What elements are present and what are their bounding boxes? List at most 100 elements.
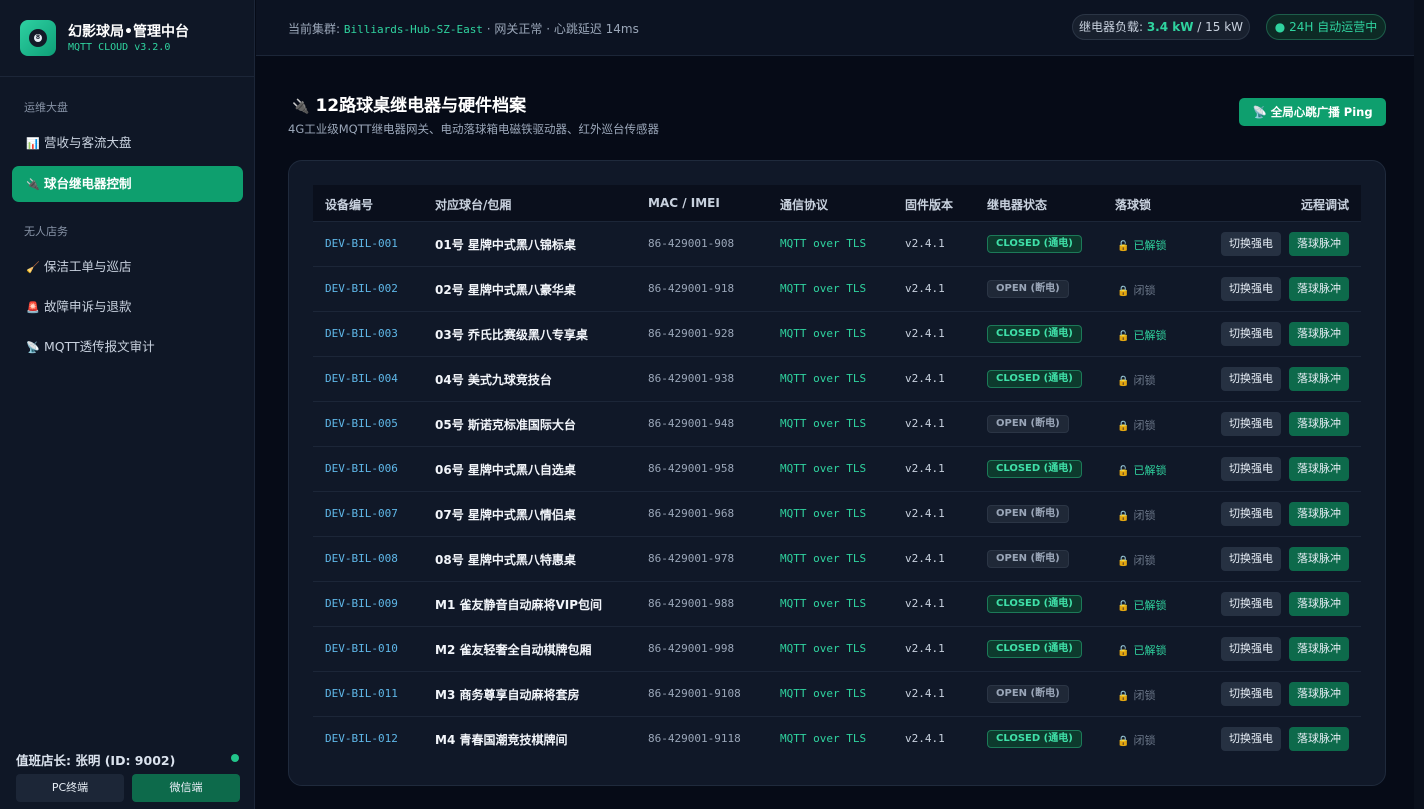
relay-status-badge: OPEN (断电) [987,280,1069,298]
protocol: MQTT over TLS [780,552,867,565]
sidebar-item-label: MQTT透传报文审计 [44,339,155,354]
drop-pulse-button[interactable]: 落球脉冲 [1289,682,1349,706]
device-id[interactable]: DEV-BIL-009 [325,597,398,610]
relay-status-badge: OPEN (断电) [987,685,1069,703]
drop-lock-label: 已解锁 [1133,239,1167,252]
device-id[interactable]: DEV-BIL-003 [325,327,398,340]
drop-pulse-button[interactable]: 落球脉冲 [1289,547,1349,571]
drop-pulse-button[interactable]: 落球脉冲 [1289,727,1349,751]
switch-power-button[interactable]: 切换强电 [1221,322,1281,346]
mac-imei: 86-429001-968 [648,507,735,520]
drop-lock-status: 🔓 已解锁 [1117,327,1166,343]
th-relay-status: 继电器状态 [987,198,1048,212]
load-label: 继电器负载: [1078,20,1147,34]
sidebar-item-cleaning[interactable]: 🧹 保洁工单与巡店 [12,249,243,285]
device-id[interactable]: DEV-BIL-002 [325,282,398,295]
protocol: MQTT over TLS [780,507,867,520]
switch-power-button[interactable]: 切换强电 [1221,637,1281,661]
switch-power-button[interactable]: 切换强电 [1221,367,1281,391]
device-id[interactable]: DEV-BIL-008 [325,552,398,565]
switch-power-button[interactable]: 切换强电 [1221,502,1281,526]
drop-pulse-button[interactable]: 落球脉冲 [1289,277,1349,301]
th-table: 对应球台/包厢 [435,198,512,212]
drop-lock-status: 🔒 闭锁 [1117,552,1155,568]
device-id[interactable]: DEV-BIL-001 [325,237,398,250]
page-scrollbar[interactable] [1414,0,1424,809]
drop-pulse-button[interactable]: 落球脉冲 [1289,592,1349,616]
switch-power-button[interactable]: 切换强电 [1221,232,1281,256]
switch-power-button[interactable]: 切换强电 [1221,457,1281,481]
drop-pulse-button[interactable]: 落球脉冲 [1289,457,1349,481]
mac-imei: 86-429001-998 [648,642,735,655]
lock-icon: 🔒 [1117,556,1130,567]
sidebar-item-label: 故障申诉与退款 [44,299,132,314]
drop-pulse-button[interactable]: 落球脉冲 [1289,367,1349,391]
table-name: M3 商务尊享自动麻将套房 [435,688,580,702]
firmware-version: v2.4.1 [905,507,945,520]
sidebar-item-relay-control[interactable]: 🔌 球台继电器控制 [12,166,243,202]
drop-lock-status: 🔓 已解锁 [1117,642,1166,658]
sidebar-item-label: 保洁工单与巡店 [44,259,132,274]
drop-pulse-button[interactable]: 落球脉冲 [1289,232,1349,256]
device-id[interactable]: DEV-BIL-007 [325,507,398,520]
th-drop-lock: 落球锁 [1115,198,1152,212]
firmware-version: v2.4.1 [905,327,945,340]
protocol: MQTT over TLS [780,282,867,295]
switch-power-button[interactable]: 切换强电 [1221,592,1281,616]
firmware-version: v2.4.1 [905,732,945,745]
protocol: MQTT over TLS [780,417,867,430]
drop-pulse-button[interactable]: 落球脉冲 [1289,637,1349,661]
device-id[interactable]: DEV-BIL-004 [325,372,398,385]
mac-imei: 86-429001-908 [648,237,735,250]
switch-power-button[interactable]: 切换强电 [1221,547,1281,571]
drop-lock-label: 已解锁 [1133,644,1167,657]
device-id[interactable]: DEV-BIL-006 [325,462,398,475]
wechat-button[interactable]: 微信端 [132,774,240,802]
table-name: 08号 星牌中式黑八特惠桌 [435,553,576,567]
drop-lock-label: 闭锁 [1133,419,1156,432]
brand-header: 8 幻影球局•管理中台 MQTT CLOUD v3.2.0 [0,0,255,77]
chart-icon: 📊 [26,137,40,150]
sidebar-item-faults[interactable]: 🚨 故障申诉与退款 [12,289,243,325]
relay-status-badge: CLOSED (通电) [987,325,1082,343]
broom-icon: 🧹 [26,261,40,274]
relay-status-badge: CLOSED (通电) [987,595,1082,613]
drop-lock-status: 🔒 闭锁 [1117,282,1155,298]
firmware-version: v2.4.1 [905,282,945,295]
table-name: 03号 乔氏比赛级黑八专享桌 [435,328,588,342]
device-id[interactable]: DEV-BIL-005 [325,417,398,430]
th-remote-debug: 远程调试 [1301,198,1350,212]
pc-terminal-button[interactable]: PC终端 [16,774,124,802]
device-id[interactable]: DEV-BIL-012 [325,732,398,745]
switch-power-button[interactable]: 切换强电 [1221,277,1281,301]
switch-power-button[interactable]: 切换强电 [1221,727,1281,751]
drop-lock-label: 已解锁 [1133,599,1167,612]
mac-imei: 86-429001-988 [648,597,735,610]
switch-power-button[interactable]: 切换强电 [1221,682,1281,706]
mac-imei: 86-429001-948 [648,417,735,430]
firmware-version: v2.4.1 [905,417,945,430]
mac-imei: 86-429001-9118 [648,732,741,745]
global-ping-button[interactable]: 📡 全局心跳广播 Ping [1239,98,1386,126]
device-id[interactable]: DEV-BIL-011 [325,687,398,700]
antenna-icon: 📡 [26,341,40,354]
brand-title: 幻影球局•管理中台 [68,24,189,40]
online-status-dot [231,754,239,762]
sidebar-item-mqtt-audit[interactable]: 📡 MQTT透传报文审计 [12,329,243,365]
drop-pulse-button[interactable]: 落球脉冲 [1289,322,1349,346]
lock-icon: 🔒 [1117,736,1130,747]
drop-lock-status: 🔓 已解锁 [1117,597,1166,613]
drop-pulse-button[interactable]: 落球脉冲 [1289,502,1349,526]
protocol: MQTT over TLS [780,237,867,250]
drop-lock-label: 已解锁 [1133,329,1167,342]
drop-lock-label: 闭锁 [1133,284,1156,297]
table-name: M2 雀友轻奢全自动棋牌包厢 [435,643,592,657]
load-value: 3.4 kW [1146,20,1194,34]
page-subtitle: 4G工业级MQTT继电器网关、电动落球箱电磁铁驱动器、红外巡台传感器 [288,122,660,136]
device-id[interactable]: DEV-BIL-010 [325,642,398,655]
sidebar-item-revenue[interactable]: 📊 营收与客流大盘 [12,125,243,161]
drop-pulse-button[interactable]: 落球脉冲 [1289,412,1349,436]
switch-power-button[interactable]: 切换强电 [1221,412,1281,436]
firmware-version: v2.4.1 [905,552,945,565]
relay-status-badge: CLOSED (通电) [987,730,1082,748]
